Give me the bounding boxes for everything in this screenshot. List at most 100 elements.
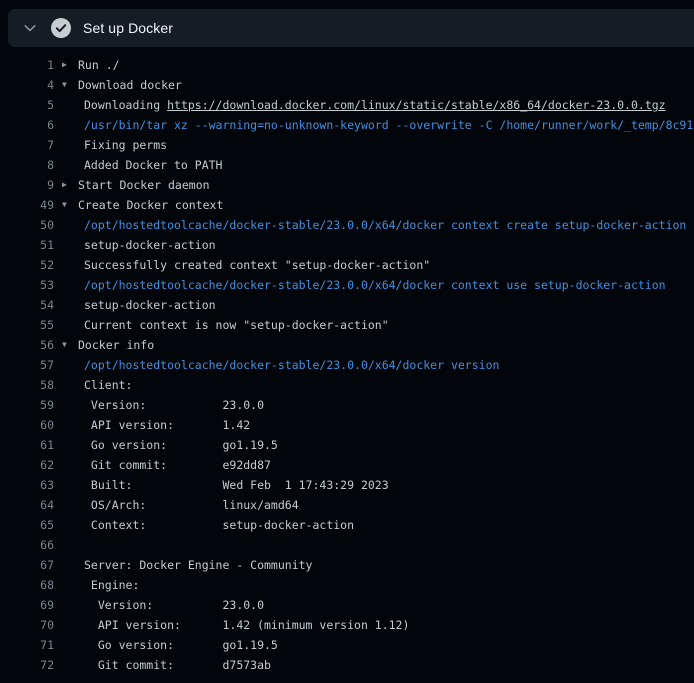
log-line: 50/opt/hostedtoolcache/docker-stable/23.…	[0, 215, 694, 235]
log-line: 59 Version: 23.0.0	[0, 395, 694, 415]
line-number[interactable]: 61	[0, 435, 54, 455]
line-number[interactable]: 1	[0, 55, 54, 75]
log-text: Successfully created context "setup-dock…	[84, 255, 430, 275]
group-title[interactable]: Docker info	[78, 335, 154, 355]
log-line: 67Server: Docker Engine - Community	[0, 555, 694, 575]
line-number[interactable]: 52	[0, 255, 54, 275]
log-line: 69 Version: 23.0.0	[0, 595, 694, 615]
command-text: /opt/hostedtoolcache/docker-stable/23.0.…	[84, 355, 499, 375]
group-title[interactable]: Run ./	[78, 55, 120, 75]
collapse-group-icon[interactable]: ▼	[62, 75, 76, 95]
command-text: /opt/hostedtoolcache/docker-stable/23.0.…	[84, 275, 666, 295]
log-line: 52 Successfully created context "setup-do…	[0, 255, 694, 275]
command-text: /opt/hostedtoolcache/docker-stable/23.0.…	[84, 215, 694, 235]
log-line: 71 Go version: go1.19.5	[0, 635, 694, 655]
line-number[interactable]: 5	[0, 95, 54, 115]
check-circle-icon	[51, 18, 71, 38]
line-number[interactable]: 69	[0, 595, 54, 615]
arrow-spacer	[62, 615, 76, 635]
log-line: 53/opt/hostedtoolcache/docker-stable/23.…	[0, 275, 694, 295]
log-link[interactable]: https://download.docker.com/linux/static…	[167, 98, 666, 112]
log-text: Go version: go1.19.5	[84, 635, 278, 655]
log-text: setup-docker-action	[84, 295, 216, 315]
log-line: 51 setup-docker-action	[0, 235, 694, 255]
collapse-group-icon[interactable]: ▼	[62, 195, 76, 215]
line-number[interactable]: 58	[0, 375, 54, 395]
log-text: Version: 23.0.0	[84, 395, 264, 415]
log-text: Client:	[84, 375, 132, 395]
log-text: Go version: go1.19.5	[84, 435, 278, 455]
log-line: 66	[0, 535, 694, 555]
line-number[interactable]: 72	[0, 655, 54, 675]
line-number[interactable]: 4	[0, 75, 54, 95]
arrow-spacer	[62, 515, 76, 535]
log-text: Downloading https://download.docker.com/…	[84, 95, 666, 115]
arrow-spacer	[62, 215, 76, 235]
arrow-spacer	[62, 575, 76, 595]
arrow-spacer	[62, 555, 76, 575]
line-number[interactable]: 59	[0, 395, 54, 415]
line-number[interactable]: 55	[0, 315, 54, 335]
line-number[interactable]: 60	[0, 415, 54, 435]
line-number[interactable]: 57	[0, 355, 54, 375]
log-line: 58 Client:	[0, 375, 694, 395]
log-line: 5 Downloading https://download.docker.com…	[0, 95, 694, 115]
arrow-spacer	[62, 635, 76, 655]
line-number[interactable]: 50	[0, 215, 54, 235]
log-text: setup-docker-action	[84, 235, 216, 255]
step-title: Set up Docker	[83, 20, 173, 36]
line-number[interactable]: 67	[0, 555, 54, 575]
line-number[interactable]: 54	[0, 295, 54, 315]
log-line: 54 setup-docker-action	[0, 295, 694, 315]
arrow-spacer	[62, 395, 76, 415]
log-text: Context: setup-docker-action	[84, 515, 354, 535]
log-text: API version: 1.42	[84, 415, 250, 435]
arrow-spacer	[62, 295, 76, 315]
group-title[interactable]: Start Docker daemon	[78, 175, 210, 195]
group-title[interactable]: Download docker	[78, 75, 182, 95]
line-number[interactable]: 9	[0, 175, 54, 195]
line-number[interactable]: 6	[0, 115, 54, 135]
line-number[interactable]: 7	[0, 135, 54, 155]
group-title[interactable]: Create Docker context	[78, 195, 223, 215]
line-number[interactable]: 49	[0, 195, 54, 215]
line-number[interactable]: 65	[0, 515, 54, 535]
line-number[interactable]: 53	[0, 275, 54, 295]
log-line: 56 ▼Docker info	[0, 335, 694, 355]
line-number[interactable]: 51	[0, 235, 54, 255]
log-line: 7Fixing perms	[0, 135, 694, 155]
log-line: 61 Go version: go1.19.5	[0, 435, 694, 455]
arrow-spacer	[62, 475, 76, 495]
arrow-spacer	[62, 135, 76, 155]
chevron-down-icon[interactable]	[22, 20, 38, 36]
arrow-spacer	[62, 655, 76, 675]
log-line: 65 Context: setup-docker-action	[0, 515, 694, 535]
log-line: 55Current context is now "setup-docker-a…	[0, 315, 694, 335]
log-text: Engine:	[84, 575, 139, 595]
line-number[interactable]: 71	[0, 635, 54, 655]
log-line: 63 Built: Wed Feb 1 17:43:29 2023	[0, 475, 694, 495]
line-number[interactable]: 66	[0, 535, 54, 555]
arrow-spacer	[62, 495, 76, 515]
log-line: 57/opt/hostedtoolcache/docker-stable/23.…	[0, 355, 694, 375]
line-number[interactable]: 62	[0, 455, 54, 475]
expand-group-icon[interactable]: ▶	[62, 55, 76, 75]
collapse-group-icon[interactable]: ▼	[62, 335, 76, 355]
log-line: 64 OS/Arch: linux/amd64	[0, 495, 694, 515]
line-number[interactable]: 68	[0, 575, 54, 595]
line-number[interactable]: 64	[0, 495, 54, 515]
line-number[interactable]: 70	[0, 615, 54, 635]
line-number[interactable]: 56	[0, 335, 54, 355]
expand-group-icon[interactable]: ▶	[62, 175, 76, 195]
line-number[interactable]: 8	[0, 155, 54, 175]
log-line: 6/usr/bin/tar xz --warning=no-unknown-ke…	[0, 115, 694, 135]
line-number[interactable]: 63	[0, 475, 54, 495]
step-header[interactable]: Set up Docker	[8, 9, 694, 47]
log-line: 8Added Docker to PATH	[0, 155, 694, 175]
command-text: /usr/bin/tar xz --warning=no-unknown-key…	[84, 115, 693, 135]
arrow-spacer	[62, 315, 76, 335]
arrow-spacer	[62, 415, 76, 435]
log-line: 68 Engine:	[0, 575, 694, 595]
arrow-spacer	[62, 435, 76, 455]
arrow-spacer	[62, 275, 76, 295]
